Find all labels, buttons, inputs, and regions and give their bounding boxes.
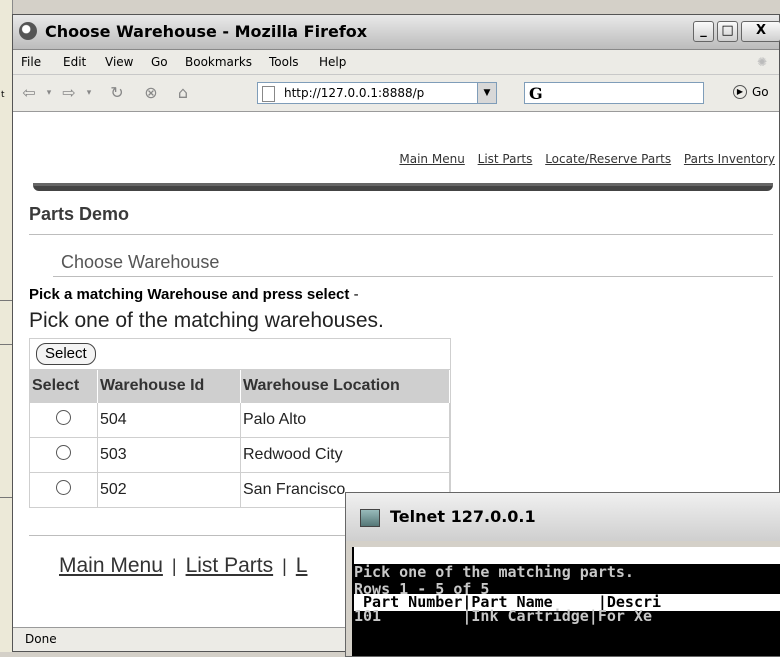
bottom-nav-list-parts[interactable]: List Parts [186, 554, 274, 577]
top-navigation: Main Menu List Parts Locate/Reserve Part… [399, 152, 775, 166]
warehouse-location-cell: Palo Alto [240, 402, 450, 438]
select-button[interactable]: Select [36, 343, 96, 365]
close-button[interactable]: X [741, 21, 780, 42]
terminal-line [354, 547, 780, 564]
home-icon[interactable]: ⌂ [173, 84, 193, 102]
select-cell [30, 437, 98, 473]
nav-locate-reserve-parts[interactable]: Locate/Reserve Parts [545, 152, 671, 166]
nav-separator: | [282, 556, 287, 576]
divider [0, 344, 12, 345]
bottom-nav-main-menu[interactable]: Main Menu [59, 554, 163, 577]
column-header-warehouse-id: Warehouse Id [97, 370, 241, 403]
address-bar[interactable]: http://127.0.0.1:8888/p ▼ [257, 82, 497, 104]
bottom-nav-next[interactable]: L [296, 554, 308, 577]
menu-edit[interactable]: Edit [63, 55, 86, 69]
section-title: Choose Warehouse [61, 252, 220, 272]
divider [0, 300, 12, 301]
page-icon [262, 86, 275, 102]
url-dropdown-icon[interactable]: ▼ [477, 83, 496, 103]
select-radio[interactable] [56, 410, 71, 425]
url-text[interactable]: http://127.0.0.1:8888/p [284, 86, 474, 100]
instruction-heading: Pick a matching Warehouse and press sele… [29, 286, 359, 303]
menu-bookmarks[interactable]: Bookmarks [185, 55, 252, 69]
status-text: Done [25, 632, 57, 646]
terminal-screen[interactable]: Pick one of the matching parts. Rows 1 - … [352, 547, 780, 656]
table-row: 504 Palo Alto [30, 402, 450, 438]
nav-main-menu[interactable]: Main Menu [399, 152, 464, 166]
forward-icon[interactable]: ⇨ [59, 84, 79, 102]
page-title: Parts Demo [29, 204, 130, 224]
select-cell [30, 402, 98, 438]
warehouse-id-cell: 503 [97, 437, 241, 473]
warehouse-id-cell: 504 [97, 402, 241, 438]
nav-separator: | [171, 556, 177, 576]
terminal-line: Pick one of the matching parts. [354, 563, 634, 581]
table-toolbar: Select [30, 339, 450, 370]
telnet-window[interactable]: Telnet 127.0.0.1 Pick one of the matchin… [345, 492, 780, 657]
firefox-icon [19, 22, 37, 40]
go-icon: ▶ [733, 84, 747, 99]
terminal-icon [360, 509, 380, 527]
bottom-navigation: Main Menu | List Parts | L [59, 554, 307, 578]
column-header-select: Select [30, 370, 98, 403]
menu-view[interactable]: View [105, 55, 133, 69]
search-input[interactable]: G [524, 82, 704, 104]
telnet-title: Telnet 127.0.0.1 [390, 507, 536, 526]
menu-help[interactable]: Help [319, 55, 346, 69]
nav-parts-inventory[interactable]: Parts Inventory [684, 152, 775, 166]
table-row: 503 Redwood City [30, 437, 450, 473]
select-cell [30, 472, 98, 507]
forward-dropdown-icon[interactable]: ▾ [79, 84, 99, 102]
instruction-text: Pick one of the matching warehouses. [29, 309, 384, 332]
go-label: Go [752, 84, 769, 99]
back-icon[interactable]: ⇦ [19, 84, 39, 102]
go-button[interactable]: ▶ Go [733, 84, 769, 99]
menu-go[interactable]: Go [151, 55, 168, 69]
telnet-title-bar[interactable]: Telnet 127.0.0.1 [346, 493, 780, 541]
terminal-line: 101 |Ink Cartridge|For Xe [354, 607, 653, 625]
reload-icon[interactable]: ↻ [107, 84, 127, 102]
divider [0, 497, 12, 498]
warehouse-location-cell: Redwood City [240, 437, 450, 473]
window-title: Choose Warehouse - Mozilla Firefox [45, 22, 368, 41]
background-text: t [1, 90, 5, 100]
select-radio[interactable] [56, 480, 71, 495]
divider [29, 234, 773, 235]
instruction-heading-text: Pick a matching Warehouse and press sele… [29, 286, 350, 303]
warehouse-id-cell: 502 [97, 472, 241, 507]
navigation-toolbar: ⇦ ▾ ⇨ ▾ ↻ ⊗ ⌂ http://127.0.0.1:8888/p ▼ … [13, 75, 779, 112]
back-dropdown-icon[interactable]: ▾ [39, 84, 59, 102]
select-radio[interactable] [56, 445, 71, 460]
minimize-button[interactable]: _ [693, 21, 714, 42]
column-header-warehouse-location: Warehouse Location [240, 370, 450, 403]
maximize-button[interactable]: □ [717, 21, 738, 42]
throbber-icon: ✺ [757, 55, 768, 69]
instruction-heading-suffix: - [349, 286, 359, 303]
header-bar [33, 183, 773, 191]
warehouse-table: Select Select Warehouse Id Warehouse Loc… [29, 338, 451, 508]
nav-list-parts[interactable]: List Parts [478, 152, 533, 166]
menu-bar: File Edit View Go Bookmarks Tools Help ✺ [13, 50, 779, 75]
stop-icon[interactable]: ⊗ [141, 84, 161, 102]
menu-tools[interactable]: Tools [269, 55, 299, 69]
title-bar[interactable]: Choose Warehouse - Mozilla Firefox _ □ X [13, 15, 780, 50]
divider [53, 276, 773, 277]
google-search-icon[interactable]: G [529, 84, 543, 103]
menu-file[interactable]: File [21, 55, 41, 69]
